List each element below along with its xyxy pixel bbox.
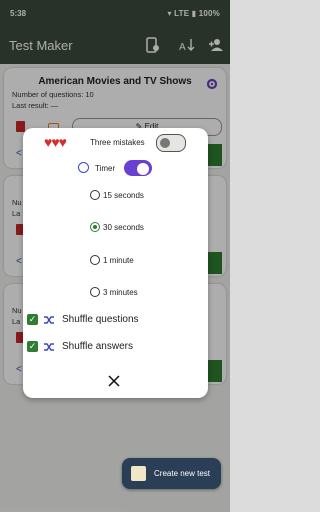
timer-switch[interactable] [124, 160, 152, 176]
timer-option-3m-radio[interactable] [90, 287, 100, 297]
timer-option-label: 15 seconds [103, 191, 144, 200]
three-mistakes-switch[interactable] [156, 134, 186, 152]
timer-option-15s-radio[interactable] [90, 190, 100, 200]
test-settings-dialog: ♥♥♥ Three mistakes Timer 15 seconds 30 s… [23, 128, 208, 398]
hearts-icon: ♥♥♥ [44, 134, 67, 150]
timer-option-label: 1 minute [103, 256, 134, 265]
shuffle-icon [44, 316, 54, 324]
shuffle-answers-checkbox[interactable]: ✓ [27, 341, 38, 352]
stopwatch-icon [78, 162, 89, 173]
timer-label: Timer [95, 164, 116, 173]
create-test-icon [131, 466, 146, 481]
shuffle-questions-checkbox[interactable]: ✓ [27, 314, 38, 325]
timer-option-label: 3 minutes [103, 288, 138, 297]
timer-option-label: 30 seconds [103, 223, 144, 232]
close-icon[interactable] [107, 374, 121, 388]
three-mistakes-label: Three mistakes [90, 138, 145, 147]
timer-option-1m-radio[interactable] [90, 255, 100, 265]
create-test-label: Create new test [154, 469, 211, 478]
shuffle-icon [44, 343, 54, 351]
timer-option-30s-radio[interactable] [90, 222, 100, 232]
shuffle-answers-label: Shuffle answers [62, 341, 133, 352]
create-test-button[interactable]: Create new test [122, 458, 221, 489]
shuffle-questions-label: Shuffle questions [62, 314, 139, 325]
